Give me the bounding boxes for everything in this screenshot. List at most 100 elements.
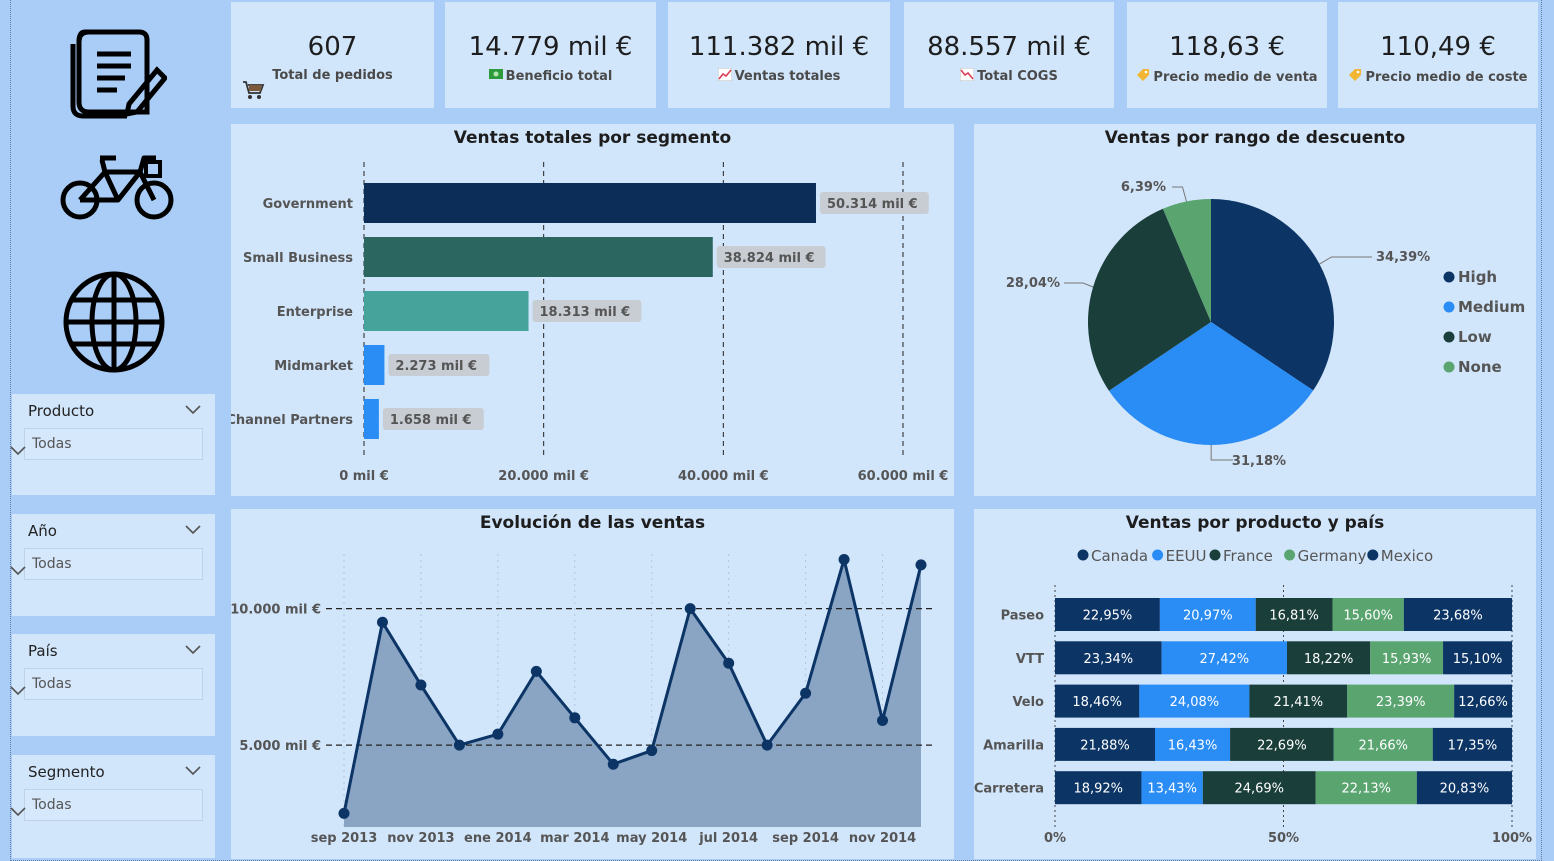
data-point[interactable] [453, 739, 465, 751]
data-point[interactable] [646, 745, 658, 757]
segment-label: 15,93% [1382, 652, 1432, 667]
kpi-card: 118,63 € Precio medio de venta [1127, 2, 1327, 108]
segment-label: 15,60% [1343, 609, 1393, 624]
data-point[interactable] [492, 728, 504, 740]
data-label: 2.273 mil € [395, 359, 477, 374]
kpi-value: 111.382 mil € [688, 32, 870, 62]
data-point[interactable] [684, 603, 696, 615]
segment-label: 23,39% [1376, 695, 1426, 710]
segment-label: 20,97% [1183, 609, 1233, 624]
x-tick-label: sep 2014 [772, 831, 839, 846]
kpi-label-row: Total COGS [904, 67, 1114, 85]
data-point[interactable] [376, 616, 388, 628]
kpi-label-row: Precio medio de coste [1338, 68, 1538, 86]
legend-marker [1443, 331, 1455, 343]
category-label: Midmarket [274, 359, 353, 374]
slicer-pais[interactable]: País Todas [10, 634, 215, 736]
data-point[interactable] [761, 739, 773, 751]
pie-label: 28,04% [1006, 276, 1060, 291]
legend-marker [1443, 361, 1455, 373]
chart-increasing-icon [717, 67, 733, 85]
data-point[interactable] [915, 559, 927, 571]
slicer-dropdown[interactable]: Todas [10, 428, 203, 460]
category-label: VTT [1016, 652, 1044, 667]
chevron-down-icon[interactable] [185, 640, 203, 658]
price-tag-icon [1136, 68, 1150, 86]
kpi-card: 110,49 € Precio medio de coste [1338, 2, 1538, 108]
slicer-value: Todas [32, 797, 72, 813]
segment-label: 13,43% [1147, 782, 1197, 797]
legend-marker [1284, 549, 1296, 561]
kpi-value: 607 [307, 32, 358, 62]
legend-label: Canada [1091, 547, 1148, 565]
slicer-ano[interactable]: Año Todas [10, 514, 215, 616]
x-tick-label: nov 2014 [849, 831, 916, 846]
icon-panel [12, 2, 215, 392]
legend-marker [1367, 549, 1379, 561]
bar[interactable] [364, 345, 385, 385]
leader-line [1210, 445, 1233, 461]
x-tick-label: 60.000 mil € [858, 469, 949, 484]
slicer-dropdown[interactable]: Todas [10, 548, 203, 580]
data-point[interactable] [569, 712, 581, 724]
legend-label: Mexico [1381, 547, 1433, 565]
data-point[interactable] [607, 758, 619, 770]
chevron-down-icon[interactable] [185, 520, 203, 538]
segment-label: 22,69% [1257, 738, 1307, 753]
category-label: Paseo [1001, 609, 1045, 624]
legend-label: France [1223, 547, 1273, 565]
segment-sales-chart: Ventas totales por segmento 0 mil € 20.00… [226, 124, 954, 496]
x-tick-label: 0 mil € [339, 469, 389, 484]
data-point[interactable] [723, 657, 735, 669]
slicer-dropdown[interactable]: Todas [10, 668, 203, 700]
y-tick-label: 10.000 mil € [231, 603, 321, 618]
segment-label: 22,95% [1083, 609, 1133, 624]
data-point[interactable] [877, 715, 889, 727]
chart-decreasing-icon [959, 67, 975, 85]
slicer-producto[interactable]: Producto Todas [10, 394, 215, 495]
kpi-label: Total de pedidos [272, 68, 393, 83]
kpi-label: Precio medio de venta [1153, 69, 1318, 85]
x-tick-label: 20.000 mil € [498, 469, 589, 484]
bar[interactable] [364, 183, 816, 223]
kpi-label-row: Total de pedidos [231, 68, 434, 99]
kpi-card: 88.557 mil € Total COGS [904, 2, 1114, 108]
data-point[interactable] [800, 687, 812, 699]
category-label: Government [263, 197, 353, 212]
category-label: Carretera [974, 782, 1044, 797]
leader-line [1319, 256, 1372, 265]
bar[interactable] [364, 291, 529, 331]
data-point[interactable] [338, 807, 350, 819]
pie-label: 31,18% [1232, 454, 1286, 469]
chevron-down-icon[interactable] [185, 400, 203, 418]
legend-marker [1152, 549, 1164, 561]
kpi-card: 111.382 mil € Ventas totales [668, 2, 890, 108]
segment-label: 27,42% [1200, 652, 1250, 667]
x-tick-label: nov 2013 [387, 831, 454, 846]
slicer-dropdown[interactable]: Todas [10, 789, 203, 821]
bar[interactable] [364, 237, 713, 277]
x-tick-label: 0% [1044, 831, 1066, 846]
segment-label: 22,13% [1341, 782, 1391, 797]
data-point[interactable] [530, 665, 542, 677]
legend-label: EEUU [1166, 547, 1207, 565]
legend-marker [1209, 549, 1221, 561]
chart-title: Ventas por producto y país [1125, 513, 1385, 533]
discount-pie-chart: Ventas por rango de descuento 34,39% 31,1… [974, 124, 1536, 496]
legend-label: High [1458, 268, 1497, 286]
category-label: Channel Partners [231, 413, 353, 428]
segment-label: 21,88% [1080, 738, 1130, 753]
legend-label: Medium [1458, 298, 1525, 316]
kpi-label: Ventas totales [734, 69, 841, 84]
bar[interactable] [364, 399, 379, 439]
kpi-value: 88.557 mil € [927, 32, 1091, 62]
segment-label: 21,66% [1358, 738, 1408, 753]
pie-label: 6,39% [1121, 180, 1166, 195]
chevron-down-icon[interactable] [185, 761, 203, 779]
chart-title: Ventas por rango de descuento [1104, 128, 1406, 148]
data-point[interactable] [415, 679, 427, 691]
kpi-label: Total COGS [977, 69, 1058, 84]
slicer-segmento[interactable]: Segmento Todas [10, 755, 215, 858]
data-point[interactable] [838, 553, 850, 565]
legend-marker [1077, 549, 1089, 561]
